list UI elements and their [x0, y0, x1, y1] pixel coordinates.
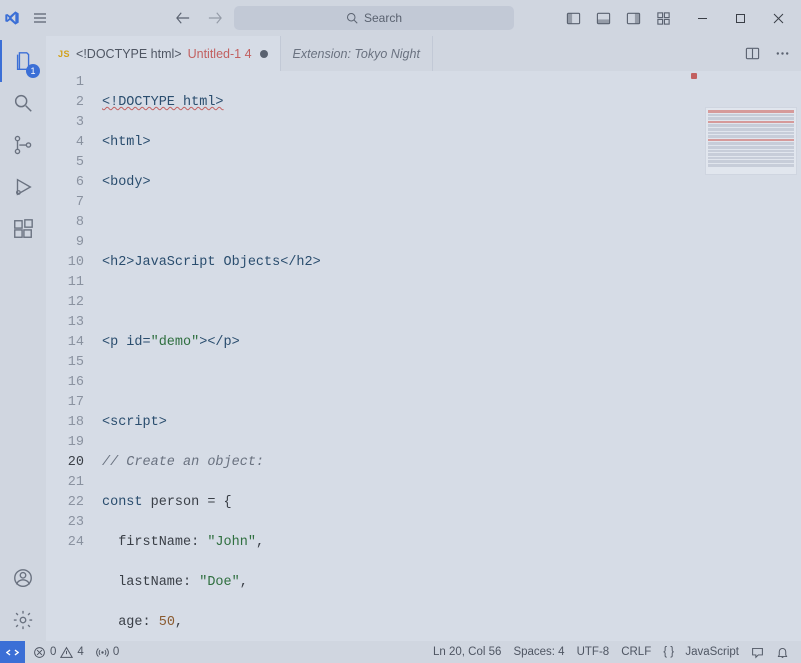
customize-layout-icon[interactable]	[649, 4, 677, 32]
split-editor-icon[interactable]	[739, 41, 765, 67]
explorer-icon[interactable]: 1	[0, 40, 46, 82]
remote-indicator[interactable]	[0, 641, 25, 663]
tab-untitled-1[interactable]: JS <!DOCTYPE html> Untitled-1 4	[46, 36, 281, 71]
error-icon	[33, 646, 46, 659]
js-file-icon: JS	[58, 49, 70, 59]
back-button[interactable]	[170, 5, 196, 31]
tab-extension-tokyo-night[interactable]: Extension: Tokyo Night	[281, 36, 433, 71]
problems-status[interactable]: 0 4	[27, 641, 90, 663]
extensions-icon[interactable]	[0, 208, 46, 250]
vscode-logo-icon	[4, 10, 32, 26]
code-body[interactable]: <!DOCTYPE html> <html> <body> <h2>JavaSc…	[94, 71, 801, 641]
status-bar: 0 4 0 Ln 20, Col 56 Spaces: 4 UTF-8 CRLF…	[0, 641, 801, 663]
toggle-primary-sidebar-icon[interactable]	[559, 4, 587, 32]
feedback-icon[interactable]	[745, 646, 770, 659]
source-control-icon[interactable]	[0, 124, 46, 166]
accounts-icon[interactable]	[0, 557, 46, 599]
more-actions-icon[interactable]	[769, 41, 795, 67]
settings-gear-icon[interactable]	[0, 599, 46, 641]
layout-controls	[559, 4, 677, 32]
tab-subtitle: Untitled-1 4	[188, 47, 252, 61]
tab-title: Extension: Tokyo Night	[293, 47, 420, 61]
dirty-indicator-icon	[260, 50, 268, 58]
editor-area: JS <!DOCTYPE html> Untitled-1 4 Extensio…	[46, 36, 801, 641]
indentation-status[interactable]: Spaces: 4	[507, 646, 570, 658]
encoding-status[interactable]: UTF-8	[571, 646, 616, 658]
language-mode[interactable]: { } JavaScript	[657, 646, 745, 658]
main-area: 1 JS <!DOCTYPE html> Untitled-1 4	[0, 36, 801, 641]
command-center-search[interactable]: Search	[234, 6, 514, 30]
forward-button[interactable]	[202, 5, 228, 31]
line-number-gutter: 123456789101112131415161718192021222324	[46, 71, 94, 641]
editor-tabs: JS <!DOCTYPE html> Untitled-1 4 Extensio…	[46, 36, 801, 71]
search-icon	[346, 12, 358, 24]
run-debug-icon[interactable]	[0, 166, 46, 208]
ports-status[interactable]: 0	[90, 641, 125, 663]
maximize-button[interactable]	[721, 4, 759, 32]
cursor-position[interactable]: Ln 20, Col 56	[427, 646, 507, 658]
activity-bar: 1	[0, 36, 46, 641]
tab-actions	[739, 36, 801, 71]
hamburger-menu-icon[interactable]	[32, 10, 60, 26]
warning-icon	[60, 646, 73, 659]
explorer-badge: 1	[26, 64, 40, 78]
overview-ruler-errors	[691, 73, 697, 79]
nav-controls: Search	[170, 5, 514, 31]
notifications-icon[interactable]	[770, 646, 795, 659]
titlebar: Search	[0, 0, 801, 36]
code-editor[interactable]: 123456789101112131415161718192021222324 …	[46, 71, 801, 641]
toggle-secondary-sidebar-icon[interactable]	[619, 4, 647, 32]
minimize-button[interactable]	[683, 4, 721, 32]
toggle-panel-icon[interactable]	[589, 4, 617, 32]
close-button[interactable]	[759, 4, 797, 32]
search-placeholder: Search	[364, 11, 402, 25]
minimap[interactable]	[705, 107, 797, 175]
window-controls	[683, 4, 797, 32]
search-activity-icon[interactable]	[0, 82, 46, 124]
tab-title: <!DOCTYPE html>	[76, 47, 182, 61]
radio-tower-icon	[96, 646, 109, 659]
eol-status[interactable]: CRLF	[615, 646, 657, 658]
